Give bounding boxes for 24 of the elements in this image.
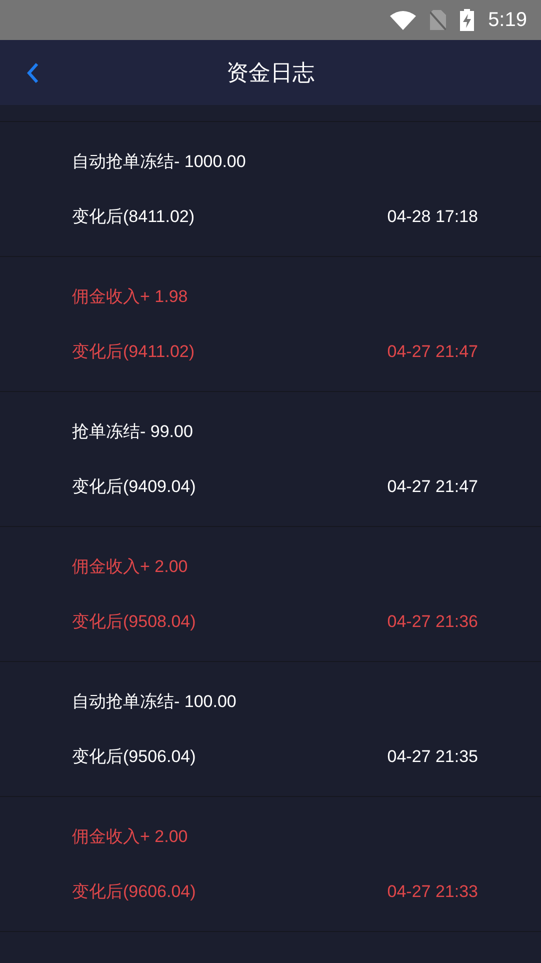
entry-description: 抢单冻结- 99.00 (72, 421, 194, 443)
status-time: 5:19 (488, 8, 527, 33)
entry-description: 佣金收入+ 2.00 (72, 826, 189, 848)
wifi-icon (390, 10, 416, 30)
balance-after: 变化后(9506.04) (72, 746, 196, 768)
entry-description: 自动抢单冻结- 1000.00 (72, 151, 247, 173)
entry-time: 04-28 17:18 (387, 206, 478, 228)
entry-time: 04-27 21:36 (387, 610, 478, 632)
back-icon (27, 62, 39, 84)
balance-after: 变化后(9508.04) (72, 610, 196, 632)
balance-after: 变化后(9606.04) (72, 880, 196, 902)
entry-time: 04-27 21:47 (387, 340, 478, 362)
entry-description: 佣金收入+ 1.98 (72, 286, 189, 308)
balance-after: 变化后(9409.04) (72, 476, 196, 498)
entry-time: 04-27 21:33 (387, 880, 478, 902)
page-title: 资金日志 (226, 59, 314, 87)
entry-description: 自动抢单冻结- 100.00 (72, 691, 238, 713)
balance-after: 变化后(8411.02) (72, 206, 195, 228)
balance-after: 变化后(9411.02) (72, 340, 195, 362)
battery-charging-icon (460, 9, 474, 31)
entry-description: 佣金收入+ 2.00 (72, 556, 189, 578)
entry-time: 04-27 21:35 (387, 746, 478, 768)
entry-time: 04-27 21:47 (387, 476, 478, 498)
no-sim-icon (430, 10, 446, 30)
